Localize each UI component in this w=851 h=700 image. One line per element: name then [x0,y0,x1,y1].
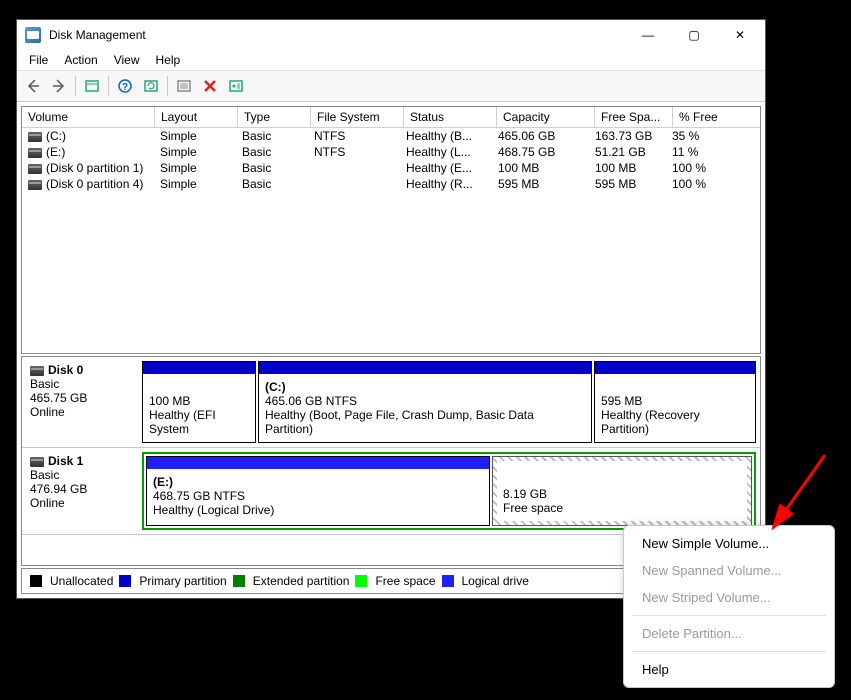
svg-text:?: ? [122,82,128,93]
titlebar[interactable]: Disk Management — ▢ ✕ [17,20,765,50]
properties-button[interactable] [224,74,248,98]
col-layout[interactable]: Layout [155,107,238,128]
partition-efi[interactable]: 100 MBHealthy (EFI System [142,361,256,443]
col-type[interactable]: Type [238,107,311,128]
disk-icon [30,457,44,467]
menu-file[interactable]: File [21,51,56,69]
forward-button[interactable] [47,74,71,98]
free-space[interactable]: 8.19 GBFree space [492,456,752,526]
partition-recovery[interactable]: 595 MBHealthy (Recovery Partition) [594,361,756,443]
menu-action[interactable]: Action [56,51,105,69]
list-header: Volume Layout Type File System Status Ca… [22,107,760,128]
ctx-delete-partition: Delete Partition... [624,620,834,647]
toolbar: ? [17,71,765,102]
disk-0-row: Disk 0 Basic 465.75 GB Online 100 MBHeal… [22,357,760,448]
close-button[interactable]: ✕ [717,20,763,50]
swatch-primary [119,575,131,587]
refresh-button[interactable] [139,74,163,98]
show-hide-button[interactable] [80,74,104,98]
window-title: Disk Management [49,28,625,42]
drive-icon [28,148,42,158]
drive-icon [28,132,42,142]
disk-icon [30,366,44,376]
menu-help[interactable]: Help [148,51,189,69]
table-row[interactable]: (Disk 0 partition 4)SimpleBasicHealthy (… [22,176,760,192]
disk-1-row: Disk 1 Basic 476.94 GB Online (E:)468.75… [22,448,760,535]
maximize-button[interactable]: ▢ [671,20,717,50]
minimize-button[interactable]: — [625,20,671,50]
table-row[interactable]: (C:)SimpleBasicNTFSHealthy (B...465.06 G… [22,128,760,144]
col-status[interactable]: Status [404,107,497,128]
col-pct[interactable]: % Free [673,107,760,128]
context-menu: New Simple Volume... New Spanned Volume.… [623,525,835,688]
swatch-freespace [355,575,367,587]
drive-icon [28,164,42,174]
ctx-new-striped-volume: New Striped Volume... [624,584,834,611]
settings-button[interactable] [172,74,196,98]
swatch-extended [233,575,245,587]
volume-list[interactable]: Volume Layout Type File System Status Ca… [21,106,761,354]
col-filesystem[interactable]: File System [311,107,404,128]
disk-1-label[interactable]: Disk 1 Basic 476.94 GB Online [22,448,138,534]
extended-partition: (E:)468.75 GB NTFSHealthy (Logical Drive… [142,452,756,530]
swatch-unallocated [30,575,42,587]
help-button[interactable]: ? [113,74,137,98]
table-row[interactable]: (Disk 0 partition 1)SimpleBasicHealthy (… [22,160,760,176]
col-volume[interactable]: Volume [22,107,155,128]
disk-0-label[interactable]: Disk 0 Basic 465.75 GB Online [22,357,138,447]
drive-icon [28,180,42,190]
swatch-logical [442,575,454,587]
app-icon [25,27,41,43]
ctx-help[interactable]: Help [624,656,834,683]
menubar: File Action View Help [17,50,765,71]
partition-c[interactable]: (C:)465.06 GB NTFSHealthy (Boot, Page Fi… [258,361,592,443]
ctx-new-spanned-volume: New Spanned Volume... [624,557,834,584]
menu-view[interactable]: View [106,51,148,69]
col-capacity[interactable]: Capacity [497,107,595,128]
delete-button[interactable] [198,74,222,98]
ctx-new-simple-volume[interactable]: New Simple Volume... [624,530,834,557]
back-button[interactable] [21,74,45,98]
table-row[interactable]: (E:)SimpleBasicNTFSHealthy (L...468.75 G… [22,144,760,160]
disk-management-window: Disk Management — ▢ ✕ File Action View H… [16,19,766,599]
partition-e[interactable]: (E:)468.75 GB NTFSHealthy (Logical Drive… [146,456,490,526]
col-free[interactable]: Free Spa... [595,107,673,128]
